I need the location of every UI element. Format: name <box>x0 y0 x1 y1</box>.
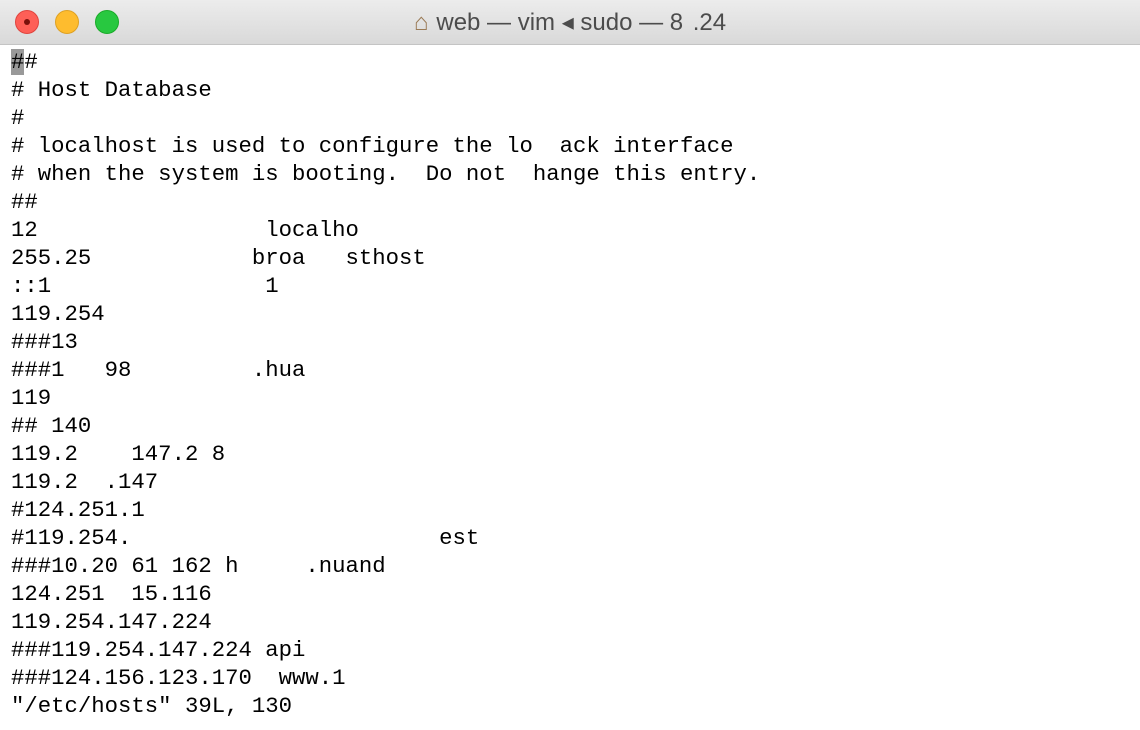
file-line: 119.254.147.224 <box>11 609 212 635</box>
file-line: #124.251.1 <box>11 497 145 523</box>
file-line: 119.2 147.2 8 <box>11 441 226 467</box>
file-line: 119.254 <box>11 301 252 327</box>
file-line: ## <box>11 189 38 215</box>
file-line: # <box>11 105 25 131</box>
window-title-text: web — vim ◂ sudo — 8 .24 <box>436 9 727 36</box>
line-text: # <box>24 49 38 75</box>
file-line: #119.254. est <box>11 525 480 551</box>
file-line: ## <box>11 48 760 76</box>
vim-status-line: "/etc/hosts" 39L, 130 <box>11 693 292 719</box>
file-line: ###124.156.123.170 www.1 <box>11 665 346 691</box>
file-line: # when the system is booting. Do not han… <box>11 161 761 187</box>
file-line: 119 <box>11 385 52 411</box>
file-line: ###10.20 61 162 h .nuand <box>11 553 386 579</box>
file-line: ###1 98 .hua <box>11 357 306 383</box>
terminal-content[interactable]: ## # Host Database # # localhost is used to… <box>11 48 760 720</box>
file-line: 124.251 15.116 <box>11 581 212 607</box>
file-line: ## 140 <box>11 413 92 439</box>
file-line: # localhost is used to configure the lo … <box>11 133 734 159</box>
home-icon: ⌂ <box>413 9 429 36</box>
cursor: # <box>11 49 25 75</box>
file-line: 12 localho <box>11 217 359 243</box>
file-line: 255.25 broa sthost <box>11 245 426 271</box>
file-line: 119.2 .147 <box>11 469 159 495</box>
window-title: ⌂ web — vim ◂ sudo — 8 .24 <box>0 8 1140 37</box>
file-line: ::1 1 <box>11 273 279 299</box>
title-bar: ⌂ web — vim ◂ sudo — 8 .24 <box>0 0 1140 45</box>
file-line: ###13 <box>11 329 78 355</box>
file-line: ###119.254.147.224 api <box>11 637 306 663</box>
file-line: # Host Database <box>11 77 212 103</box>
